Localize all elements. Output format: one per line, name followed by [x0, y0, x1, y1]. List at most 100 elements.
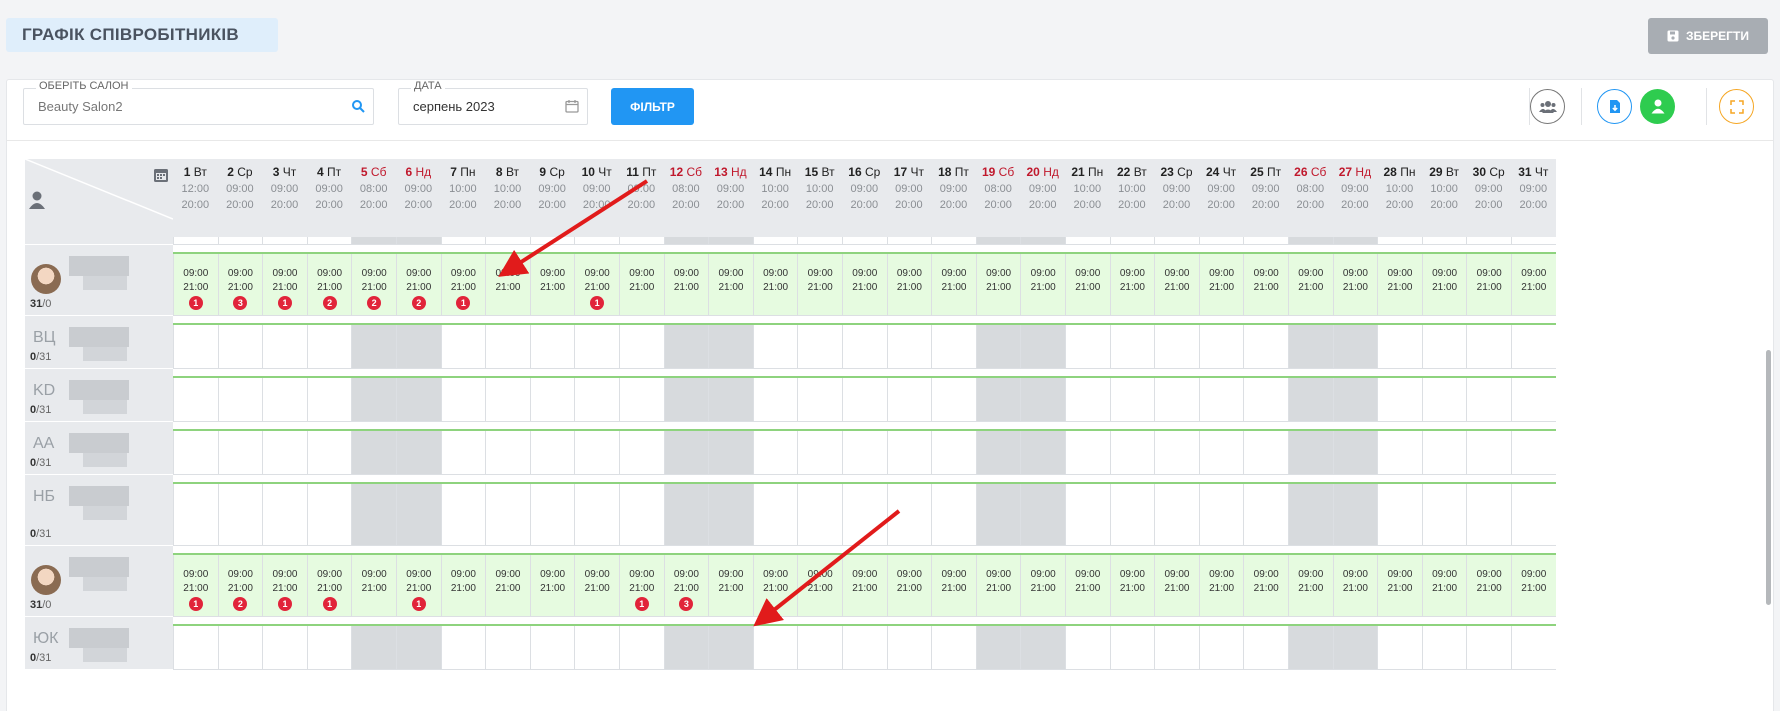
schedule-cell[interactable]: 09:00 21:00 1 [574, 254, 619, 316]
schedule-cell[interactable] [1243, 378, 1288, 422]
schedule-cell[interactable]: 09:00 21:00 [1288, 555, 1333, 617]
schedule-cell[interactable] [306, 431, 352, 475]
schedule-cell[interactable] [217, 237, 263, 245]
schedule-cell[interactable] [1332, 484, 1378, 546]
schedule-cell[interactable] [1243, 484, 1288, 546]
schedule-cell[interactable]: 09:00 21:00 [752, 555, 798, 617]
schedule-cell[interactable] [886, 431, 932, 475]
schedule-cell[interactable]: 09:00 21:00 [440, 555, 486, 617]
schedule-cell[interactable] [1511, 431, 1556, 475]
schedule-cell[interactable] [663, 431, 709, 475]
schedule-cell[interactable] [351, 626, 396, 670]
schedule-cell[interactable]: 09:00 21:00 1 [440, 254, 486, 316]
schedule-cell[interactable]: 09:00 21:00 [1109, 555, 1155, 617]
schedule-cell[interactable] [708, 626, 753, 670]
schedule-cell[interactable] [440, 237, 486, 245]
schedule-cell[interactable] [975, 626, 1021, 670]
schedule-cell[interactable]: 09:00 21:00 [351, 555, 396, 617]
schedule-cell[interactable]: 09:00 21:00 1 [396, 555, 441, 617]
schedule-cell[interactable] [1065, 484, 1110, 546]
schedule-cell[interactable] [1020, 626, 1065, 670]
schedule-cell[interactable] [1109, 325, 1155, 369]
group-users-button[interactable] [1530, 89, 1565, 124]
schedule-cell[interactable]: 09:00 21:00 [529, 555, 575, 617]
schedule-cell[interactable] [752, 484, 798, 546]
schedule-cell[interactable] [797, 626, 842, 670]
schedule-cell[interactable] [262, 626, 307, 670]
schedule-cell[interactable]: 09:00 21:00 [485, 555, 530, 617]
schedule-cell[interactable]: 09:00 21:00 [574, 555, 619, 617]
schedule-cell[interactable] [1065, 237, 1110, 245]
schedule-cell[interactable] [351, 378, 396, 422]
schedule-cell[interactable]: 09:00 21:00 [1020, 555, 1065, 617]
schedule-cell[interactable]: 09:00 21:00 [797, 555, 842, 617]
schedule-cell[interactable]: 09:00 21:00 [1198, 555, 1244, 617]
schedule-cell[interactable] [1109, 431, 1155, 475]
schedule-cell[interactable] [1332, 237, 1378, 245]
schedule-cell[interactable] [173, 378, 218, 422]
schedule-cell[interactable] [1154, 378, 1199, 422]
schedule-cell[interactable]: 09:00 21:00 [842, 555, 887, 617]
schedule-cell[interactable] [797, 431, 842, 475]
schedule-cell[interactable] [1511, 378, 1556, 422]
schedule-cell[interactable]: 09:00 21:00 [1154, 254, 1199, 316]
schedule-cell[interactable] [396, 431, 441, 475]
salon-select[interactable]: ОБЕРІТЬ САЛОН Beauty Salon2 [23, 80, 374, 125]
schedule-cell[interactable] [1198, 237, 1244, 245]
schedule-cell[interactable]: 09:00 21:00 [1511, 254, 1556, 316]
schedule-cell[interactable] [1109, 626, 1155, 670]
schedule-cell[interactable] [574, 431, 619, 475]
schedule-cell[interactable]: 09:00 21:00 [1065, 555, 1110, 617]
schedule-cell[interactable] [619, 325, 664, 369]
schedule-cell[interactable] [351, 325, 396, 369]
schedule-cell[interactable]: 09:00 21:00 [529, 254, 575, 316]
schedule-cell[interactable] [619, 431, 664, 475]
schedule-cell[interactable] [708, 484, 753, 546]
schedule-cell[interactable] [217, 484, 263, 546]
schedule-cell[interactable] [1421, 626, 1467, 670]
schedule-cell[interactable] [663, 237, 709, 245]
schedule-cell[interactable] [975, 378, 1021, 422]
schedule-cell[interactable] [1065, 378, 1110, 422]
schedule-cell[interactable] [485, 325, 530, 369]
schedule-cell[interactable]: 09:00 21:00 1 [173, 555, 218, 617]
schedule-cell[interactable] [886, 378, 932, 422]
schedule-cell[interactable] [1466, 378, 1511, 422]
schedule-cell[interactable] [1065, 431, 1110, 475]
schedule-cell[interactable] [485, 431, 530, 475]
schedule-cell[interactable] [1377, 626, 1422, 670]
schedule-cell[interactable]: 09:00 21:00 2 [306, 254, 352, 316]
schedule-cell[interactable] [886, 484, 932, 546]
schedule-cell[interactable] [663, 325, 709, 369]
schedule-cell[interactable] [1421, 431, 1467, 475]
schedule-cell[interactable]: 09:00 21:00 2 [217, 555, 263, 617]
schedule-cell[interactable]: 09:00 21:00 [708, 555, 753, 617]
schedule-cell[interactable]: 09:00 21:00 [663, 254, 709, 316]
schedule-cell[interactable] [485, 237, 530, 245]
save-button[interactable]: ЗБЕРЕГТИ [1648, 18, 1768, 54]
schedule-cell[interactable] [529, 237, 575, 245]
schedule-cell[interactable] [975, 484, 1021, 546]
schedule-cell[interactable] [842, 431, 887, 475]
schedule-cell[interactable] [931, 325, 976, 369]
schedule-cell[interactable] [217, 626, 263, 670]
schedule-cell[interactable]: 09:00 21:00 [1065, 254, 1110, 316]
schedule-cell[interactable] [574, 626, 619, 670]
schedule-cell[interactable] [396, 237, 441, 245]
schedule-cell[interactable] [842, 626, 887, 670]
schedule-cell[interactable] [1198, 325, 1244, 369]
schedule-cell[interactable] [1377, 378, 1422, 422]
schedule-cell[interactable] [1511, 484, 1556, 546]
schedule-cell[interactable] [797, 325, 842, 369]
schedule-cell[interactable] [663, 484, 709, 546]
schedule-cell[interactable] [886, 626, 932, 670]
export-file-button[interactable] [1597, 89, 1632, 124]
schedule-cell[interactable]: 09:00 21:00 [1243, 254, 1288, 316]
schedule-cell[interactable] [351, 484, 396, 546]
filter-button[interactable]: ФІЛЬТР [611, 88, 694, 125]
schedule-cell[interactable] [1020, 484, 1065, 546]
schedule-cell[interactable] [1288, 626, 1333, 670]
schedule-cell[interactable] [1243, 325, 1288, 369]
calendar-icon[interactable] [565, 99, 579, 113]
schedule-cell[interactable] [619, 378, 664, 422]
